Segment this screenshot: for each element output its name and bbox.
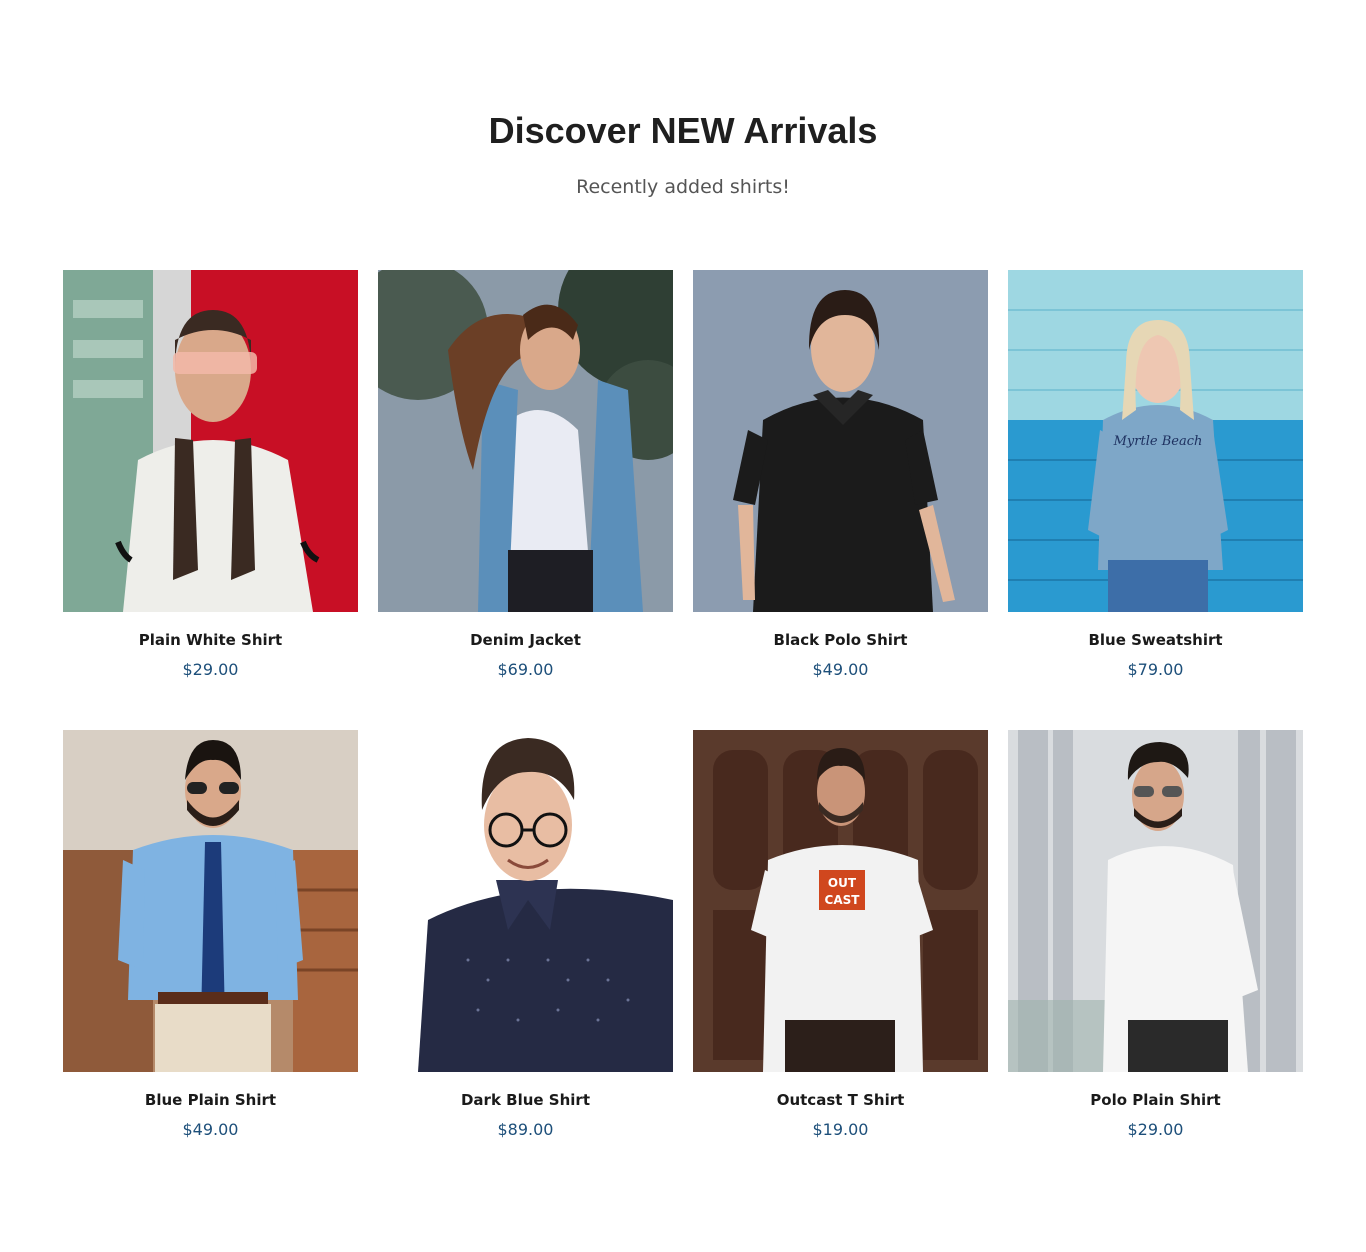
new-arrivals-section: Discover NEW Arrivals Recently added shi… — [0, 0, 1366, 1252]
product-name[interactable]: Blue Sweatshirt — [1008, 612, 1303, 650]
product-price: $69.00 — [497, 660, 554, 679]
svg-text:Myrtle Beach: Myrtle Beach — [1113, 434, 1203, 449]
product-name[interactable]: Outcast T Shirt — [693, 1072, 988, 1110]
product-price: $29.00 — [1127, 1120, 1184, 1139]
product-image[interactable]: Myrtle Beach — [1008, 270, 1303, 612]
product-image[interactable] — [378, 270, 673, 612]
product-price: $49.00 — [182, 1120, 239, 1139]
product-card[interactable]: Dark Blue Shirt $89.00 — [378, 730, 673, 1190]
product-image[interactable] — [693, 270, 988, 612]
product-card[interactable]: Myrtle Beach Blue Sweatshirt $79.00 — [1008, 270, 1303, 730]
product-image[interactable] — [63, 730, 358, 1072]
product-grid: Plain White Shirt $29.00 Denim Jacket $6… — [63, 270, 1303, 1190]
product-name[interactable]: Denim Jacket — [378, 612, 673, 650]
product-card[interactable]: Blue Plain Shirt $49.00 — [63, 730, 358, 1190]
product-card[interactable]: Plain White Shirt $29.00 — [63, 270, 358, 730]
svg-text:CAST: CAST — [825, 893, 861, 907]
product-name[interactable]: Polo Plain Shirt — [1008, 1072, 1303, 1110]
product-price: $29.00 — [182, 660, 239, 679]
product-price: $19.00 — [812, 1120, 869, 1139]
product-image[interactable] — [1008, 730, 1303, 1072]
svg-text:OUT: OUT — [828, 876, 857, 890]
product-price: $89.00 — [497, 1120, 554, 1139]
product-card[interactable]: OUT CAST Outcast T Shirt $19.00 — [693, 730, 988, 1190]
product-image[interactable]: OUT CAST — [693, 730, 988, 1072]
product-card[interactable]: Polo Plain Shirt $29.00 — [1008, 730, 1303, 1190]
product-name[interactable]: Blue Plain Shirt — [63, 1072, 358, 1110]
product-image[interactable] — [378, 730, 673, 1072]
product-card[interactable]: Denim Jacket $69.00 — [378, 270, 673, 730]
product-image[interactable] — [63, 270, 358, 612]
product-card[interactable]: Black Polo Shirt $49.00 — [693, 270, 988, 730]
product-name[interactable]: Black Polo Shirt — [693, 612, 988, 650]
product-name[interactable]: Dark Blue Shirt — [378, 1072, 673, 1110]
product-name[interactable]: Plain White Shirt — [63, 612, 358, 650]
section-title: Discover NEW Arrivals — [488, 110, 878, 151]
product-price: $49.00 — [812, 660, 869, 679]
section-subtitle: Recently added shirts! — [576, 176, 790, 198]
product-price: $79.00 — [1127, 660, 1184, 679]
